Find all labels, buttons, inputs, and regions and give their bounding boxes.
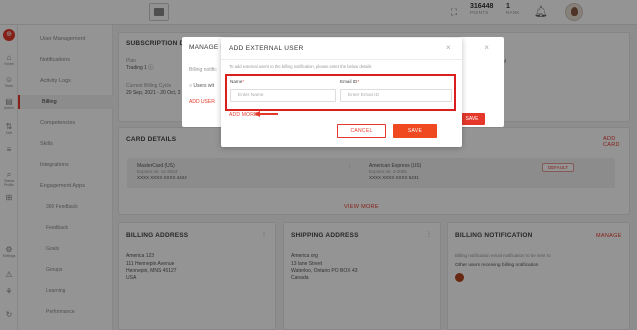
close-icon[interactable]: × (484, 43, 489, 52)
arrow-left-icon (254, 111, 278, 117)
modal-title: ADD EXTERNAL USER (229, 45, 304, 52)
email-label: Email ID* (340, 79, 360, 84)
modal-description: To add external users to the billing not… (229, 64, 372, 69)
add-external-user-modal: ADD EXTERNAL USER × To add external user… (221, 38, 462, 147)
name-input[interactable] (230, 89, 336, 102)
close-icon[interactable]: × (446, 43, 451, 52)
manage-modal-title: MANAGE E (189, 44, 225, 51)
users-radio-label: Users wit (193, 83, 214, 89)
manage-modal-text: Billing notific (189, 67, 217, 73)
cancel-button[interactable]: CANCEL (337, 124, 386, 138)
modal-divider (221, 59, 462, 60)
add-user-link[interactable]: ADD USER (189, 99, 215, 106)
save-button[interactable]: SAVE (393, 124, 437, 138)
manage-save-button[interactable]: SAVE (459, 113, 485, 125)
name-label: Name* (230, 79, 245, 84)
email-input[interactable] (340, 89, 452, 102)
users-radio[interactable]: ○ Users wit (189, 83, 214, 90)
